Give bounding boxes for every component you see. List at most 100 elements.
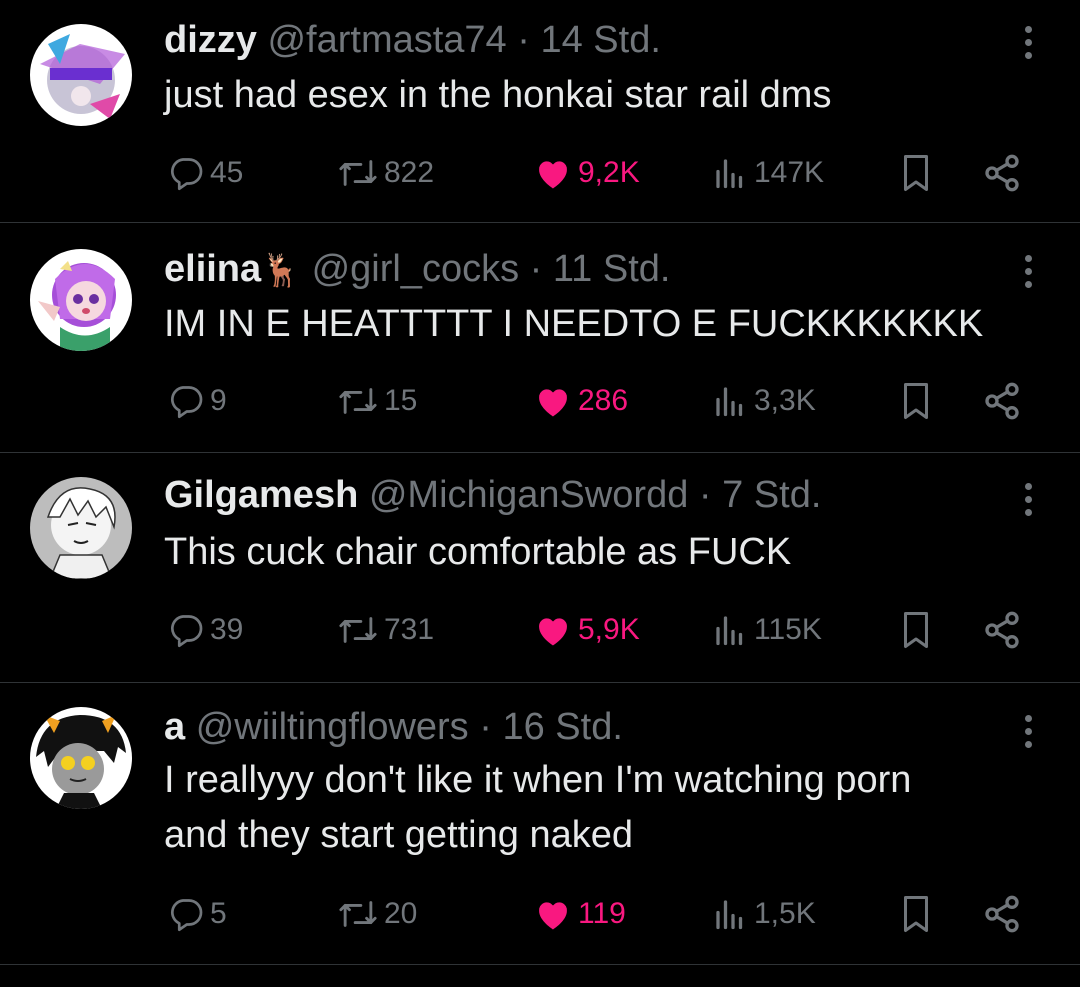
reply-button[interactable]: 5 [168, 889, 227, 939]
like-button[interactable]: 5,9K [534, 605, 640, 655]
reply-icon [170, 615, 203, 648]
views-icon [716, 616, 743, 646]
tweet[interactable]: eliina🦌 @girl_cocks · 11 Std. IM IN E HE… [0, 223, 1080, 451]
tweet-actions: 9 15 286 3,3K [164, 376, 1044, 426]
tweet[interactable]: a @wiiltingflowers · 16 Std. I reallyyy … [0, 683, 1080, 963]
views-icon [716, 900, 743, 930]
like-count: 5,9K [578, 613, 640, 646]
timestamp[interactable]: 16 Std. [502, 706, 622, 748]
bookmark-icon [904, 896, 928, 932]
views-count: 3,3K [754, 384, 816, 417]
repost-icon [339, 617, 377, 643]
more-icon[interactable] [1018, 251, 1038, 291]
timestamp[interactable]: 11 Std. [553, 248, 671, 290]
tweet-actions: 39 731 5,9K 115K [164, 605, 1044, 655]
like-button[interactable]: 119 [534, 889, 626, 939]
like-button[interactable]: 286 [534, 376, 628, 426]
more-icon[interactable] [1018, 22, 1038, 62]
tweet-actions: 5 20 119 1,5K [164, 889, 1044, 939]
reply-count: 5 [210, 897, 227, 930]
separator-dot: · [479, 706, 492, 748]
repost-icon [339, 388, 377, 414]
heart-icon [539, 389, 567, 417]
avatar[interactable] [30, 707, 132, 809]
tweet-header: a @wiiltingflowers · 16 Std. [164, 705, 623, 749]
views-button[interactable]: 147K [712, 148, 824, 198]
avatar[interactable] [30, 249, 132, 351]
tweet-text-line: I reallyyy don't like it when I'm watchi… [164, 759, 912, 801]
heart-icon [539, 902, 567, 930]
like-count: 286 [578, 384, 629, 417]
share-button[interactable] [982, 148, 1022, 198]
tweet[interactable]: Gilgamesh @MichiganSwordd · 7 Std. This … [0, 453, 1080, 681]
bookmark-button[interactable] [898, 605, 934, 655]
display-name[interactable]: Gilgamesh [164, 474, 358, 516]
tweet-header: Gilgamesh @MichiganSwordd · 7 Std. [164, 473, 821, 517]
tweet-text-line: IM IN E HEATTTTT I NEEDTO E FUCKKKKKKK [164, 303, 984, 345]
reply-icon [170, 386, 203, 419]
share-button[interactable] [982, 889, 1022, 939]
repost-icon [339, 901, 377, 927]
tweet-text: just had esex in the honkai star rail dm… [164, 68, 831, 123]
tweet[interactable]: dizzy @fartmasta74 · 14 Std. just had es… [0, 0, 1080, 222]
timestamp[interactable]: 7 Std. [722, 474, 821, 516]
repost-button[interactable]: 20 [338, 889, 417, 939]
display-name[interactable]: dizzy [164, 19, 257, 61]
tweet-text: This cuck chair comfortable as FUCK [164, 525, 791, 580]
views-count: 1,5K [754, 897, 816, 930]
repost-button[interactable]: 731 [338, 605, 434, 655]
reply-count: 9 [210, 384, 227, 417]
reply-icon [170, 899, 203, 932]
tweet-text-line: just had esex in the honkai star rail dm… [164, 74, 832, 116]
avatar[interactable] [30, 24, 132, 126]
views-icon [716, 159, 743, 189]
repost-count: 731 [384, 613, 435, 646]
tweet-actions: 45 822 9,2K 147K [164, 148, 1044, 198]
share-button[interactable] [982, 376, 1022, 426]
bookmark-button[interactable] [898, 376, 934, 426]
heart-icon [539, 161, 567, 189]
display-name[interactable]: a [164, 706, 185, 748]
tweet-text: I reallyyy don't like it when I'm watchi… [164, 753, 911, 863]
views-button[interactable]: 115K [712, 605, 822, 655]
handle[interactable]: @girl_cocks [312, 248, 520, 290]
reply-icon [170, 158, 203, 191]
name-emoji: 🦌 [261, 252, 301, 288]
heart-icon [539, 618, 567, 646]
repost-button[interactable]: 15 [338, 376, 417, 426]
tweet-text: IM IN E HEATTTTT I NEEDTO E FUCKKKKKKK [164, 297, 983, 352]
share-button[interactable] [982, 605, 1022, 655]
separator-dot: · [698, 474, 712, 516]
repost-button[interactable]: 822 [338, 148, 434, 198]
repost-icon [339, 160, 377, 186]
handle[interactable]: @fartmasta74 [267, 19, 506, 61]
views-button[interactable]: 3,3K [712, 376, 816, 426]
reply-button[interactable]: 45 [168, 148, 243, 198]
more-icon[interactable] [1018, 711, 1038, 751]
bookmark-icon [904, 383, 928, 419]
more-icon[interactable] [1018, 479, 1038, 519]
share-icon [985, 382, 1019, 420]
like-button[interactable]: 9,2K [534, 148, 640, 198]
tweet-text-line: and they start getting naked [164, 814, 633, 856]
views-count: 147K [754, 156, 825, 189]
bookmark-button[interactable] [898, 148, 934, 198]
timestamp[interactable]: 14 Std. [540, 19, 660, 61]
separator-dot: · [517, 19, 530, 61]
tweet-text-line: This cuck chair comfortable as FUCK [164, 531, 792, 573]
repost-count: 822 [384, 156, 435, 189]
bookmark-button[interactable] [898, 889, 934, 939]
handle[interactable]: @wiiltingflowers [196, 706, 469, 748]
avatar[interactable] [30, 477, 132, 579]
repost-count: 20 [384, 897, 418, 930]
like-count: 119 [578, 897, 626, 930]
divider [0, 964, 1080, 965]
handle[interactable]: @MichiganSwordd [369, 474, 689, 516]
display-name[interactable]: eliina [164, 248, 261, 290]
reply-button[interactable]: 39 [168, 605, 243, 655]
views-button[interactable]: 1,5K [712, 889, 816, 939]
share-icon [985, 154, 1019, 192]
bookmark-icon [904, 155, 928, 191]
share-icon [985, 611, 1019, 649]
reply-button[interactable]: 9 [168, 376, 227, 426]
